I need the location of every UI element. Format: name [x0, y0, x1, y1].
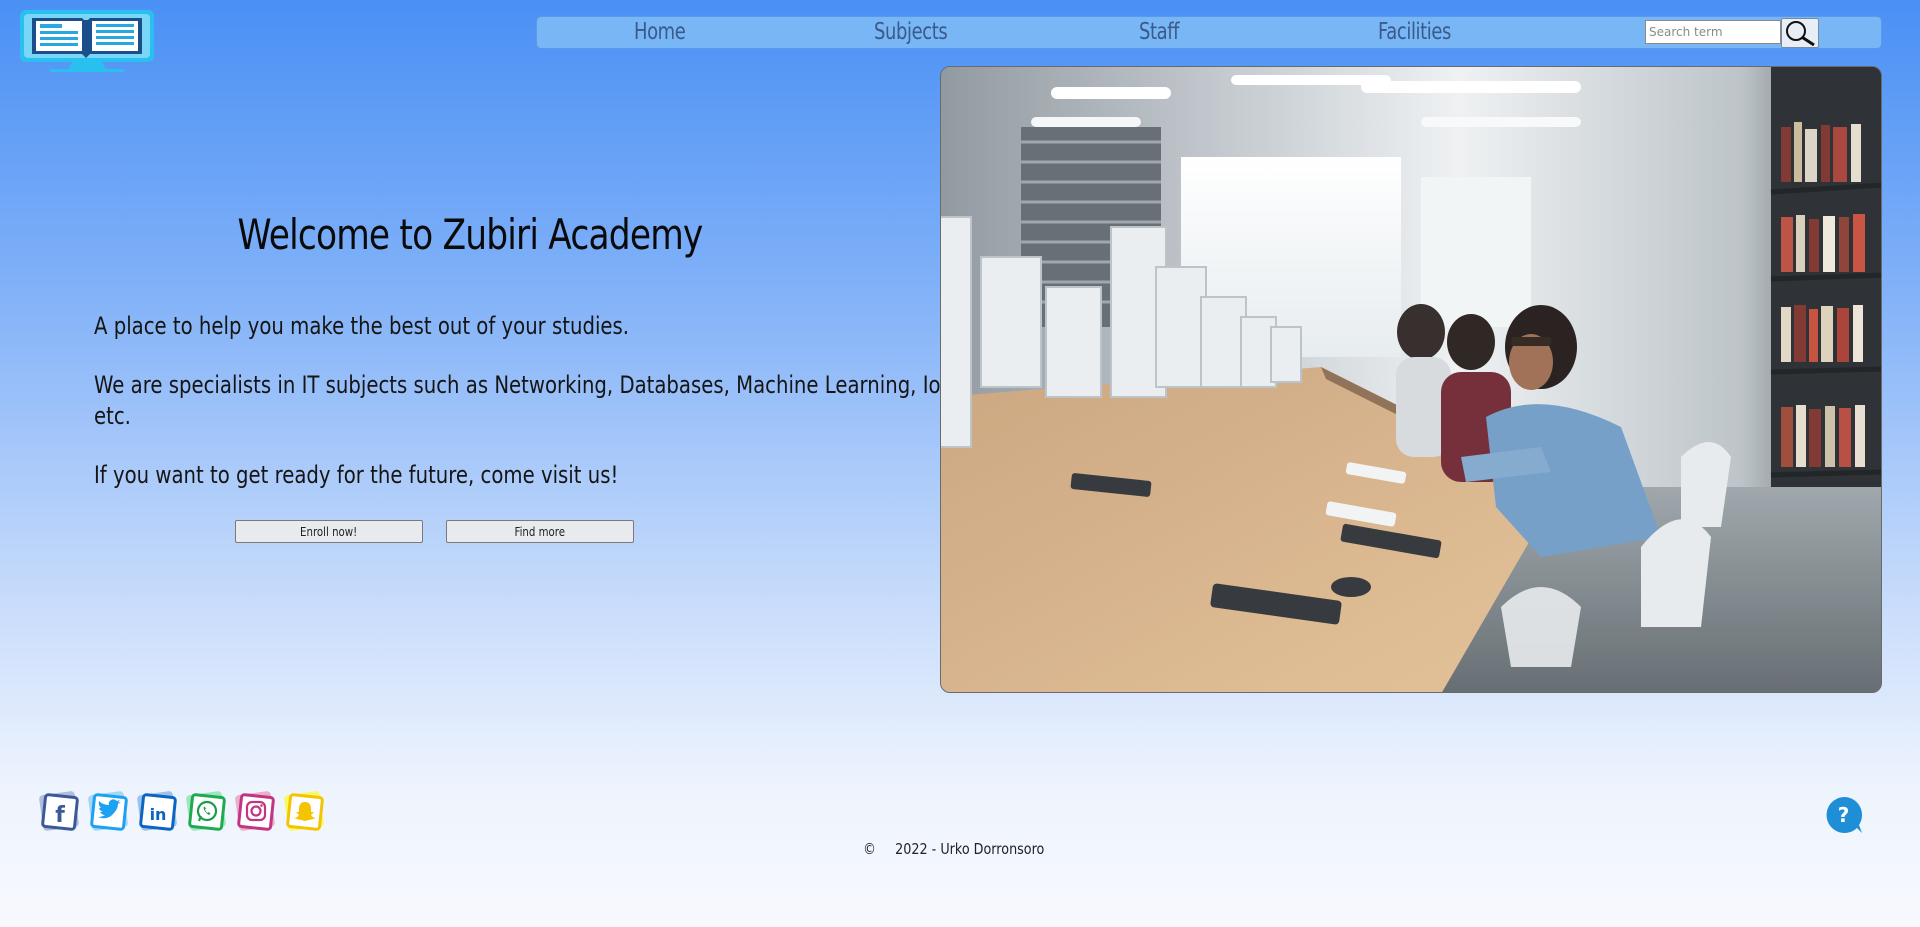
copyright-symbol: © — [863, 840, 877, 858]
nav-home[interactable]: Home — [634, 19, 686, 45]
navbar: Home Subjects Staff Facilities — [536, 16, 1882, 49]
twitter-icon[interactable] — [87, 790, 129, 832]
search-button[interactable] — [1781, 18, 1819, 48]
nav-staff[interactable]: Staff — [1139, 19, 1179, 45]
whatsapp-icon[interactable] — [185, 790, 227, 832]
linkedin-icon[interactable]: in — [136, 790, 178, 832]
help-question-icon: ? — [1826, 797, 1863, 833]
page-title: Welcome to Zubiri Academy — [237, 210, 703, 259]
nav-facilities[interactable]: Facilities — [1378, 19, 1451, 45]
help-button[interactable]: ? — [1824, 795, 1864, 835]
facebook-icon[interactable]: f — [38, 790, 80, 832]
search-input[interactable] — [1645, 20, 1781, 44]
nav-subjects[interactable]: Subjects — [874, 19, 948, 45]
magnifier-icon — [1786, 21, 1815, 46]
hero-image-computer-lab — [940, 66, 1882, 693]
logo[interactable] — [20, 10, 154, 74]
enroll-button[interactable]: Enroll now! — [235, 520, 423, 543]
svg-text:?: ? — [1838, 803, 1850, 827]
snapchat-icon[interactable] — [283, 790, 325, 832]
svg-text:f: f — [55, 803, 65, 828]
social-links: f in — [38, 790, 325, 832]
find-more-button[interactable]: Find more — [446, 520, 634, 543]
specialties-paragraph: We are specialists in IT subjects such a… — [94, 371, 959, 430]
svg-text:in: in — [150, 805, 167, 824]
open-book-monitor-icon — [20, 10, 154, 72]
copyright-text: 2022 - Urko Dorronsoro — [895, 840, 1045, 858]
instagram-icon[interactable] — [234, 790, 276, 832]
visit-paragraph: If you want to get ready for the future,… — [94, 461, 619, 489]
copyright: © 2022 - Urko Dorronsoro — [0, 840, 1920, 858]
intro-paragraph: A place to help you make the best out of… — [94, 312, 630, 340]
